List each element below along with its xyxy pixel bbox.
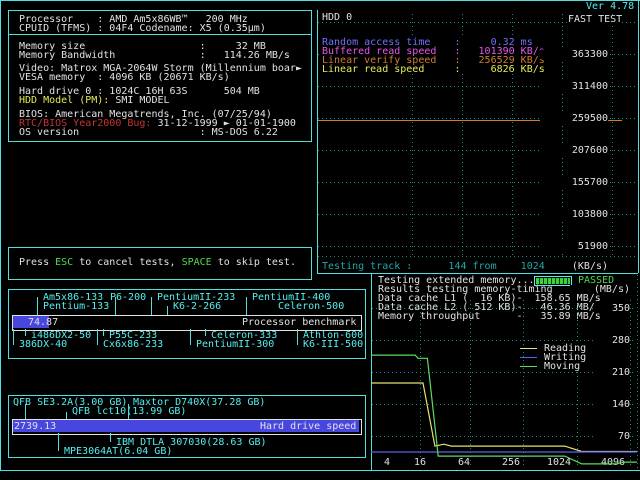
hd-tick-1 bbox=[25, 404, 26, 419]
hd-tick-5 bbox=[58, 433, 59, 451]
hdd-y-unit: (KB/s) bbox=[540, 262, 608, 272]
cpu-tick-1 bbox=[37, 297, 38, 315]
cpu-label-celeron-500: Celeron-500 bbox=[278, 301, 345, 312]
hdd-ytick-155700: 155700 bbox=[540, 178, 608, 188]
cpuid-line: CPUID (TFMS) : 04F4 Codename: X5 (0.35µm… bbox=[19, 23, 266, 34]
hdd-ytick-363300: 363300 bbox=[540, 50, 608, 60]
esc-msg-part1: Press bbox=[19, 257, 56, 268]
hdd-grid-v5 bbox=[612, 14, 613, 256]
hd-tick-2 bbox=[128, 404, 129, 419]
cpu-label-pentium-133: Pentium-133 bbox=[43, 301, 110, 312]
os-version-line: OS version : MS-DOS 6.22 bbox=[19, 127, 278, 138]
esc-message: Press ESC to cancel tests, SPACE to skip… bbox=[19, 257, 296, 268]
vesa-line: VESA memory : 4096 KB (20671 KB/s) bbox=[19, 72, 230, 83]
hdd-model-value: SMI MODEL bbox=[109, 95, 170, 106]
cpu-tick-12 bbox=[297, 329, 298, 345]
cpu-tick-9 bbox=[13, 329, 14, 345]
hdd-ytick-51900: 51900 bbox=[540, 242, 608, 252]
cpu-tick-2 bbox=[115, 297, 116, 315]
hd-benchmark-title: Hard drive speed bbox=[260, 421, 357, 432]
legend-swatch-moving bbox=[520, 366, 537, 367]
hdd-grid-baseline bbox=[318, 256, 636, 257]
memchart-line-reading bbox=[371, 382, 637, 453]
hdd-ytick-103800: 103800 bbox=[540, 210, 608, 220]
hd-label-mpe3064at: MPE3064AT(6.04 GB) bbox=[64, 446, 173, 457]
hd-tick-4 bbox=[110, 433, 111, 442]
hdd-model-label: HDD Model (PM): bbox=[19, 95, 110, 106]
esc-msg-part3: to skip test. bbox=[211, 257, 296, 268]
hd-benchmark-score: 2739.13 bbox=[14, 421, 57, 432]
cpu-label-pentiumii-300: PentiumII-300 bbox=[196, 339, 275, 350]
legend-swatch-reading bbox=[520, 348, 537, 349]
memory-bandwidth-line: Memory Bandwidth : 114.26 MB/s bbox=[19, 50, 290, 61]
screen-border-right bbox=[638, 0, 639, 273]
cpu-tick-6 bbox=[25, 329, 26, 336]
memory-timing-chart bbox=[371, 354, 637, 465]
cpu-benchmark-title: Processor benchmark bbox=[242, 317, 357, 328]
esc-msg-part2: to cancel tests, bbox=[73, 257, 182, 268]
divider-vertical bbox=[317, 10, 318, 273]
screen-border-top bbox=[0, 0, 640, 1]
speedsys-screen: Ver 4.78 Processor : AMD Am5x86WB™ 200 M… bbox=[0, 0, 640, 480]
hdd-title: HDD 0 bbox=[322, 12, 353, 23]
hdd-model-line: HDD Model (PM): SMI MODEL bbox=[19, 95, 170, 106]
fast-test-label: FAST TEST bbox=[568, 14, 623, 25]
esc-key-label: ESC bbox=[55, 257, 74, 268]
space-key-label: SPACE bbox=[181, 257, 212, 268]
cpu-label-cx6x86: Cx6x86-233 bbox=[103, 339, 164, 350]
cpu-tick-7 bbox=[103, 329, 104, 336]
hdd-ytick-311400: 311400 bbox=[540, 82, 608, 92]
hdd-ytick-207600: 207600 bbox=[540, 146, 608, 156]
cpu-tick-5 bbox=[246, 297, 247, 315]
legend-moving-label: Moving bbox=[544, 361, 581, 372]
cpu-tick-8 bbox=[205, 329, 206, 336]
hd-label-qfb-lct10: QFB lct10(13.99 GB) bbox=[72, 406, 187, 417]
legend-swatch-writing bbox=[520, 357, 537, 358]
cpu-label-386dx: 386DX-40 bbox=[19, 339, 68, 350]
hd-tick-3 bbox=[66, 412, 67, 419]
cpu-tick-4 bbox=[167, 306, 168, 315]
linear-read-metric: Linear read speed : 6826 KB/s bbox=[322, 64, 545, 75]
system-info-divider bbox=[8, 34, 311, 35]
cpu-benchmark-score: 74.87 bbox=[28, 317, 59, 328]
testing-track-status: Testing track : 144 from 1024 bbox=[322, 261, 545, 272]
cpu-tick-11 bbox=[190, 329, 191, 345]
screen-border-left bbox=[0, 0, 1, 471]
cpu-label-k6-iii: K6-III-500 bbox=[303, 339, 364, 350]
cpu-label-k6-2-266: K6-2-266 bbox=[173, 301, 222, 312]
memchart-line-moving bbox=[371, 354, 637, 465]
hdd-ytick-259500: 259500 bbox=[540, 114, 608, 124]
divider-horizontal bbox=[317, 273, 638, 274]
version-label: Ver 4.78 bbox=[586, 1, 635, 12]
cpu-tick-3 bbox=[151, 297, 152, 315]
screen-border-bottom bbox=[0, 470, 640, 471]
cpu-tick-10 bbox=[97, 329, 98, 345]
